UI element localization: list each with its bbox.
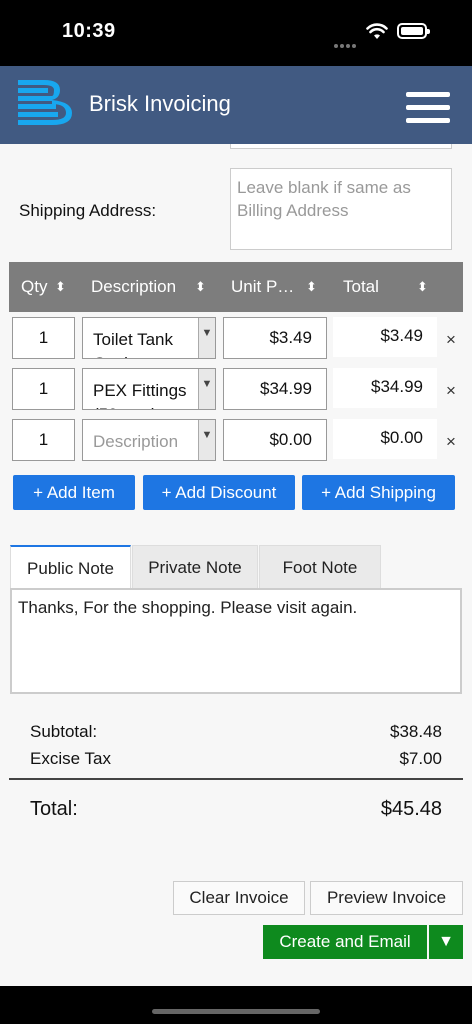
remove-row-icon[interactable]: ×	[446, 330, 456, 350]
description-placeholder: Description	[93, 432, 179, 451]
total-label: Total:	[30, 798, 78, 820]
shipping-address-input[interactable]: Leave blank if same as Billing Address	[230, 168, 452, 250]
tax-row: Excise Tax $7.00	[30, 749, 442, 769]
total-value: $45.48	[380, 798, 442, 820]
hamburger-menu-icon[interactable]	[404, 88, 452, 126]
add-item-button[interactable]: + Add Item	[13, 475, 135, 510]
status-bar: 10:39	[0, 0, 472, 66]
sort-icon[interactable]: ⬍	[417, 279, 428, 295]
subtotal-row: Subtotal: $38.48	[30, 722, 442, 742]
unit-price-input[interactable]: $3.49	[223, 317, 327, 359]
home-indicator	[0, 986, 472, 1024]
tax-value: $7.00	[399, 749, 442, 768]
add-shipping-button[interactable]: + Add Shipping	[302, 475, 455, 510]
tab-private-note[interactable]: Private Note	[132, 545, 258, 589]
wifi-icon	[366, 23, 388, 39]
description-value: PEX Fittings (50-packs	[93, 381, 187, 409]
qty-input[interactable]: 1	[12, 368, 75, 410]
total-row: Total: $45.48	[30, 798, 442, 821]
description-select[interactable]: Toilet Tank Gasket ▼	[82, 317, 216, 359]
remove-row-icon[interactable]: ×	[446, 432, 456, 452]
column-header-unit-price[interactable]: Unit P…	[231, 277, 294, 297]
line-total: $0.00	[333, 419, 437, 459]
chevron-down-icon[interactable]: ▼	[198, 369, 215, 409]
clock: 10:39	[62, 20, 116, 42]
description-value: Toilet Tank Gasket	[93, 330, 174, 358]
unit-price-input[interactable]: $34.99	[223, 368, 327, 410]
clear-invoice-button[interactable]: Clear Invoice	[173, 881, 305, 915]
sort-icon[interactable]: ⬍	[195, 279, 206, 295]
cellular-signal-icon	[334, 35, 358, 53]
qty-input[interactable]: 1	[12, 317, 75, 359]
subtotal-label: Subtotal:	[30, 722, 98, 741]
invoice-form: Shipping Address: Leave blank if same as…	[0, 144, 472, 986]
chevron-down-icon[interactable]: ▼	[198, 420, 215, 460]
subtotal-value: $38.48	[390, 722, 442, 741]
description-select[interactable]: Description ▼	[82, 419, 216, 461]
brisk-logo-icon	[18, 80, 72, 125]
remove-row-icon[interactable]: ×	[446, 381, 456, 401]
description-select[interactable]: PEX Fittings (50-packs ▼	[82, 368, 216, 410]
create-and-email-button[interactable]: Create and Email	[263, 925, 427, 959]
column-header-qty[interactable]: Qty	[21, 277, 47, 297]
unit-price-input[interactable]: $0.00	[223, 419, 327, 461]
app-header: Brisk Invoicing	[0, 66, 472, 144]
tab-public-note[interactable]: Public Note	[10, 545, 131, 589]
app-title: Brisk Invoicing	[89, 91, 231, 116]
billing-address-field[interactable]	[230, 144, 452, 149]
line-total: $34.99	[333, 368, 437, 408]
tab-foot-note[interactable]: Foot Note	[259, 545, 381, 589]
qty-input[interactable]: 1	[12, 419, 75, 461]
sort-icon[interactable]: ⬍	[306, 279, 317, 295]
line-total: $3.49	[333, 317, 437, 357]
shipping-address-label: Shipping Address:	[19, 201, 157, 220]
summary-divider	[9, 778, 463, 780]
sort-icon[interactable]: ⬍	[55, 279, 66, 295]
create-options-dropdown-icon[interactable]: ▼	[429, 925, 463, 959]
chevron-down-icon[interactable]: ▼	[198, 318, 215, 358]
column-header-total[interactable]: Total	[343, 277, 379, 297]
public-note-textarea[interactable]: Thanks, For the shopping. Please visit a…	[10, 588, 462, 694]
tax-label: Excise Tax	[30, 749, 111, 768]
battery-icon	[397, 23, 430, 39]
add-discount-button[interactable]: + Add Discount	[143, 475, 295, 510]
column-header-description[interactable]: Description	[91, 277, 176, 297]
preview-invoice-button[interactable]: Preview Invoice	[310, 881, 463, 915]
line-items-header: Qty ⬍ Description ⬍ Unit P… ⬍ Total ⬍	[9, 262, 463, 312]
